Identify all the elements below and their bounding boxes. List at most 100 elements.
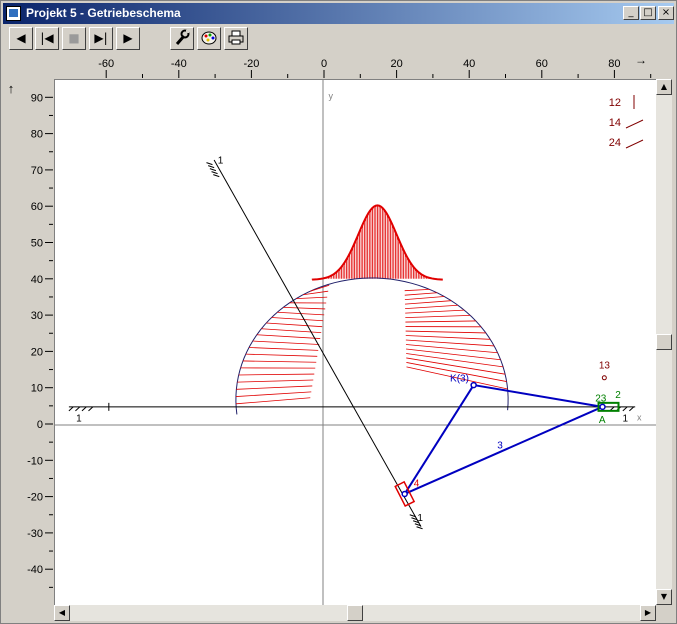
legend-label: 12: [609, 97, 621, 109]
ruler-y-label: 30: [31, 310, 43, 322]
minimize-button[interactable]: _: [623, 6, 639, 20]
ground-hatch: [75, 406, 81, 412]
trace-hatch-line: [283, 306, 326, 310]
vertical-scroll-thumb[interactable]: [656, 334, 672, 350]
label-guide_bottom: 1: [417, 513, 423, 524]
play-reverse-icon: ◀: [16, 31, 26, 45]
scroll-left-button[interactable]: ◀: [54, 605, 70, 621]
trace-hatch-line: [405, 320, 476, 323]
label-joint13: 13: [599, 361, 611, 372]
trace-hatch-line: [245, 353, 318, 357]
go-to-end-icon: ▶|: [94, 31, 108, 45]
x-arrow-icon: →: [635, 54, 647, 67]
go-to-end-button[interactable]: ▶|: [89, 27, 113, 50]
tool-settings-button[interactable]: [170, 27, 194, 50]
label-joint2: 2: [615, 390, 621, 401]
label-joint23: 23: [595, 393, 607, 404]
print-button[interactable]: [224, 27, 248, 50]
link-3: [404, 405, 603, 495]
trace-hatch-line: [242, 360, 317, 363]
play-reverse-button[interactable]: ◀: [9, 27, 33, 50]
maximize-button[interactable]: □: [640, 6, 656, 20]
trace-hatch-line: [405, 304, 458, 310]
y-axis-label: y: [328, 91, 333, 101]
slider-guide-line: [213, 159, 422, 527]
label-pointA: A: [599, 415, 606, 426]
stop-icon: ■: [68, 31, 80, 45]
color-palette-button[interactable]: [197, 27, 221, 50]
ruler-y-label: 90: [31, 92, 43, 104]
ruler-y-label: 70: [31, 165, 43, 177]
trace-hatch-line: [310, 284, 330, 292]
play-forward-button[interactable]: ▶: [116, 27, 140, 50]
ruler-x-label: 40: [463, 58, 475, 70]
ruler-x-label: 80: [608, 58, 620, 70]
trace-hatch-line: [261, 328, 322, 334]
label-joint4: 4: [414, 479, 420, 490]
scroll-down-button[interactable]: ▼: [656, 589, 672, 605]
label-ground_right: 1: [622, 413, 628, 424]
scroll-right-button[interactable]: ▶: [640, 605, 656, 621]
label-coupler_point: K(3): [450, 373, 469, 384]
ruler-y-label: -40: [27, 564, 43, 576]
ruler-x-label: 60: [536, 58, 548, 70]
coupler-link-K-A: [473, 384, 603, 408]
horizontal-scrollbar[interactable]: ◀ ▶: [54, 605, 656, 621]
ground-hatch: [88, 406, 94, 412]
go-to-start-icon: |◀: [40, 31, 54, 45]
trace-hatch-line: [252, 340, 320, 345]
trace-hatch-line: [406, 348, 501, 361]
palette-icon: [201, 31, 217, 45]
ground-hatch: [68, 406, 74, 412]
trace-hatch-line: [404, 292, 438, 296]
vertical-scrollbar[interactable]: ▲ ▼: [656, 79, 672, 605]
trace-hatch-line: [405, 339, 495, 347]
drawing-canvas[interactable]: yx 1 1 1 1 3 K(3) 13 2 23 A 4 12 14 24: [54, 79, 656, 605]
guide-hatch: [206, 162, 213, 166]
trace-hatch-line: [256, 334, 321, 339]
trace-hatch-line: [404, 288, 430, 292]
scroll-up-button[interactable]: ▲: [656, 79, 672, 95]
ruler-x-label: -40: [171, 58, 187, 70]
ground-hatch: [81, 406, 87, 412]
ruler-y-label: 50: [31, 238, 43, 250]
coupler-link-K-4: [403, 384, 475, 495]
joint-K: [470, 381, 477, 389]
ruler-y-label: 60: [31, 201, 43, 213]
horizontal-scroll-thumb[interactable]: [347, 605, 363, 621]
ruler-y-label: 10: [31, 383, 43, 395]
trace-hatch-line: [405, 330, 486, 334]
x-axis-label: x: [637, 412, 642, 422]
printer-icon: [228, 30, 244, 45]
application-window: Projekt 5 - Getriebeschema _ □ × ◀ |◀ ■ …: [0, 0, 677, 624]
mechanism-diagram[interactable]: yx 1 1113K(3)13223A4 121424: [55, 80, 656, 605]
go-to-start-button[interactable]: |◀: [35, 27, 59, 50]
ruler-y-label: -30: [27, 528, 43, 540]
mechanism-links[interactable]: [394, 375, 620, 508]
ruler-x-label: 0: [321, 58, 327, 70]
trace-hatch-line: [235, 397, 311, 405]
close-button[interactable]: ×: [658, 6, 674, 20]
legend-label: 14: [609, 117, 621, 129]
wrench-icon: [175, 29, 190, 45]
trace-hatch-line: [405, 314, 471, 318]
ruler-y-label: -10: [27, 455, 43, 467]
ground-elements: [68, 159, 636, 530]
guide-hatch: [416, 526, 423, 530]
ruler-y-label: 20: [31, 346, 43, 358]
coordinate-axes: yx: [55, 80, 656, 605]
title-bar[interactable]: Projekt 5 - Getriebeschema _ □ ×: [3, 3, 674, 24]
trace-hatch-line: [405, 344, 498, 354]
joint-13: [601, 375, 607, 381]
stop-button[interactable]: ■: [62, 27, 86, 50]
label-ground_left: 1: [76, 413, 82, 424]
legend-swatch: [625, 119, 644, 129]
guide-hatch: [211, 171, 218, 175]
trace-hatch-line: [248, 347, 319, 351]
trace-hatch-line: [235, 391, 312, 397]
ruler-x-label: -20: [243, 58, 259, 70]
guide-hatch: [213, 174, 220, 178]
y-arrow-icon: ↑: [8, 81, 15, 96]
diagram-labels: 1 1113K(3)13223A4: [76, 156, 628, 525]
ruler-x-label: 20: [390, 58, 402, 70]
